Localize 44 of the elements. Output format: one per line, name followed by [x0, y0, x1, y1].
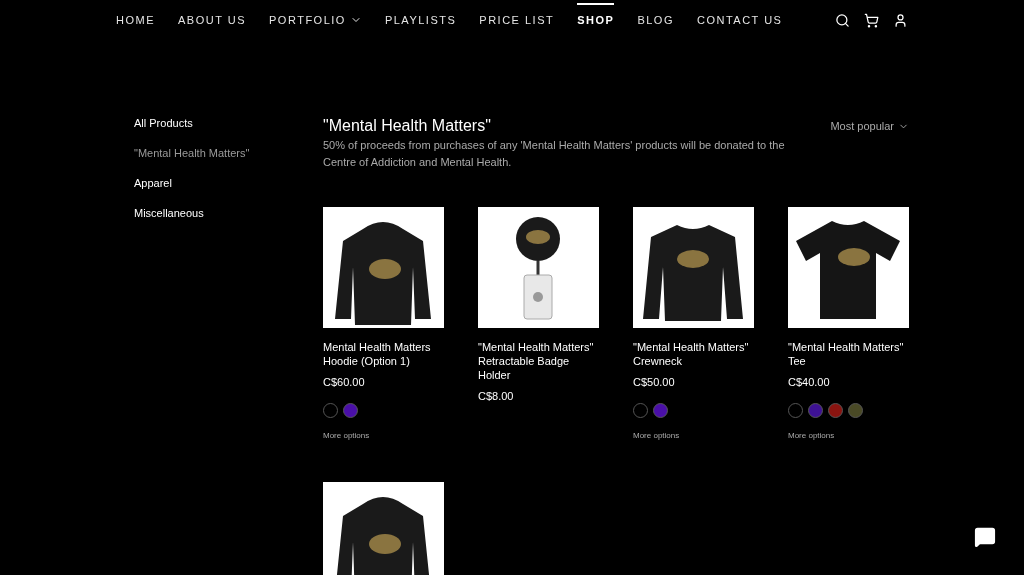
category-title: "Mental Health Matters"	[323, 116, 492, 136]
nav-link[interactable]: ABOUT US	[178, 0, 247, 40]
search-icon[interactable]	[835, 12, 850, 28]
nav-link[interactable]: PRICE LIST	[479, 0, 555, 40]
product-image[interactable]	[323, 481, 444, 575]
category-link[interactable]: "Mental Health Matters"	[134, 146, 323, 160]
color-swatch[interactable]	[828, 402, 843, 418]
product-name[interactable]: "Mental Health Matters" Retractable Badge Holder	[478, 340, 599, 382]
product-price: C$8.00	[478, 389, 515, 404]
product-name[interactable]: "Mental Health Matters" Crewneck	[633, 340, 754, 368]
product-price: C$60.00	[323, 375, 366, 390]
color-swatch[interactable]	[848, 402, 863, 418]
product-price: C$50.00	[633, 375, 676, 390]
color-swatch[interactable]	[633, 402, 648, 418]
category-link[interactable]: All Products	[134, 116, 323, 130]
product-name[interactable]: Mental Health Matters Hoodie (Option 1)	[323, 340, 444, 368]
chat-icon	[974, 526, 996, 548]
nav-link[interactable]: BLOG	[637, 0, 674, 40]
color-swatch[interactable]	[343, 402, 358, 418]
more-options-link[interactable]: More options	[323, 429, 444, 442]
product-price: C$40.00	[788, 375, 831, 390]
category-description: 50% of proceeds from purchases of any 'Mental Health Matters' products will be donated to the Centre of Addiction and Mental Health.	[323, 138, 786, 170]
product-name[interactable]: "Mental Health Matters" Tee	[788, 340, 909, 368]
color-swatch[interactable]	[653, 402, 668, 418]
nav-link[interactable]: SHOP	[577, 0, 615, 40]
nav-link[interactable]: PLAYLISTS	[384, 0, 457, 40]
more-options-link[interactable]: More options	[788, 429, 909, 442]
user-icon[interactable]	[893, 12, 908, 28]
nav-link[interactable]: HOME	[116, 0, 155, 40]
category-link[interactable]: Apparel	[134, 176, 323, 190]
color-swatch[interactable]	[788, 402, 803, 418]
product-image[interactable]	[323, 207, 444, 328]
color-swatch[interactable]	[808, 402, 823, 418]
more-options-link[interactable]: More options	[633, 429, 754, 442]
cart-icon[interactable]	[864, 12, 879, 28]
color-swatch[interactable]	[323, 402, 338, 418]
category-link[interactable]: Miscellaneous	[134, 206, 323, 220]
nav-link[interactable]: CONTACT US	[696, 0, 783, 40]
sort-dropdown[interactable]: Most popular	[830, 118, 909, 135]
product-image[interactable]	[788, 207, 909, 328]
product-image[interactable]	[478, 207, 599, 328]
chat-button[interactable]	[973, 526, 997, 548]
product-image[interactable]	[633, 207, 754, 328]
nav-link[interactable]: PORTFOLIO	[269, 0, 362, 40]
